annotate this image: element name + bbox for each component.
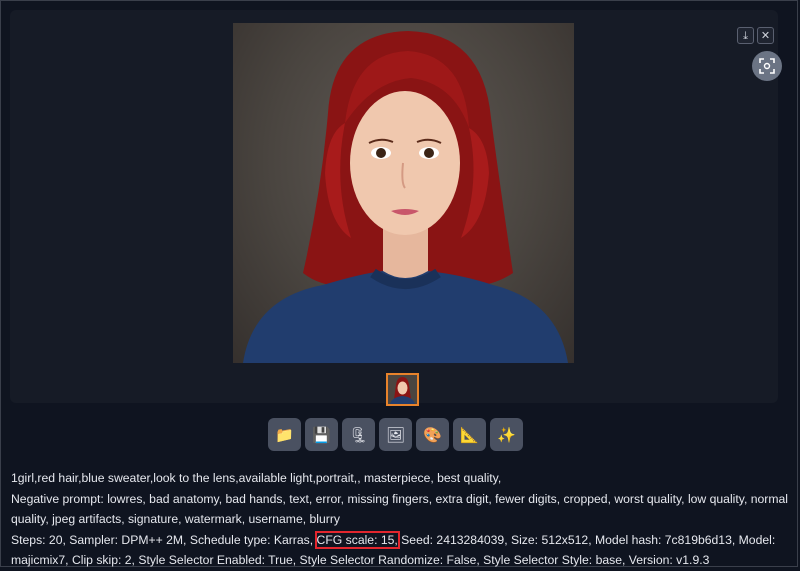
close-button[interactable]: ✕ (757, 27, 774, 44)
generation-info: 1girl,red hair,blue sweater,look to the … (11, 468, 791, 571)
generated-image[interactable] (233, 23, 574, 363)
save-button[interactable]: 💾 (305, 418, 338, 451)
negative-prompt-text: Negative prompt: lowres, bad anatomy, ba… (11, 491, 788, 527)
fullscreen-icon (759, 58, 775, 74)
prompt-text: 1girl,red hair,blue sweater,look to the … (11, 471, 502, 485)
fullscreen-button[interactable] (752, 51, 782, 81)
send-to-extras-button[interactable]: 📐 (453, 418, 486, 451)
cfg-scale-highlight: CFG scale: 15, (314, 530, 400, 549)
floppy-disk-icon: 💾 (312, 426, 331, 444)
zip-button[interactable]: 🗜 (342, 418, 375, 451)
thumbnail-item[interactable] (386, 373, 419, 406)
parameters-before: Steps: 20, Sampler: DPM++ 2M, Schedule t… (11, 532, 317, 547)
portrait-illustration (243, 31, 568, 363)
thumbnail-image (388, 375, 417, 404)
send-to-inpaint-button[interactable]: 🎨 (416, 418, 449, 451)
picture-icon: 🖼 (385, 426, 406, 444)
send-to-img2img-button[interactable]: 🖼 (379, 418, 412, 451)
parameters-text: Steps: 20, Sampler: DPM++ 2M, Schedule t… (11, 530, 791, 571)
triangle-ruler-icon: 📐 (460, 426, 479, 444)
download-button[interactable]: ⤓ (737, 27, 754, 44)
send-to-tools-button[interactable]: ✨ (490, 418, 523, 451)
folder-icon: 📁 (275, 426, 294, 444)
palette-icon: 🎨 (423, 426, 442, 444)
open-folder-button[interactable]: 📁 (268, 418, 301, 451)
zip-icon: 🗜 (348, 426, 369, 444)
sparkles-icon: ✨ (497, 426, 516, 444)
gallery-panel: ⤓ ✕ (10, 10, 782, 406)
